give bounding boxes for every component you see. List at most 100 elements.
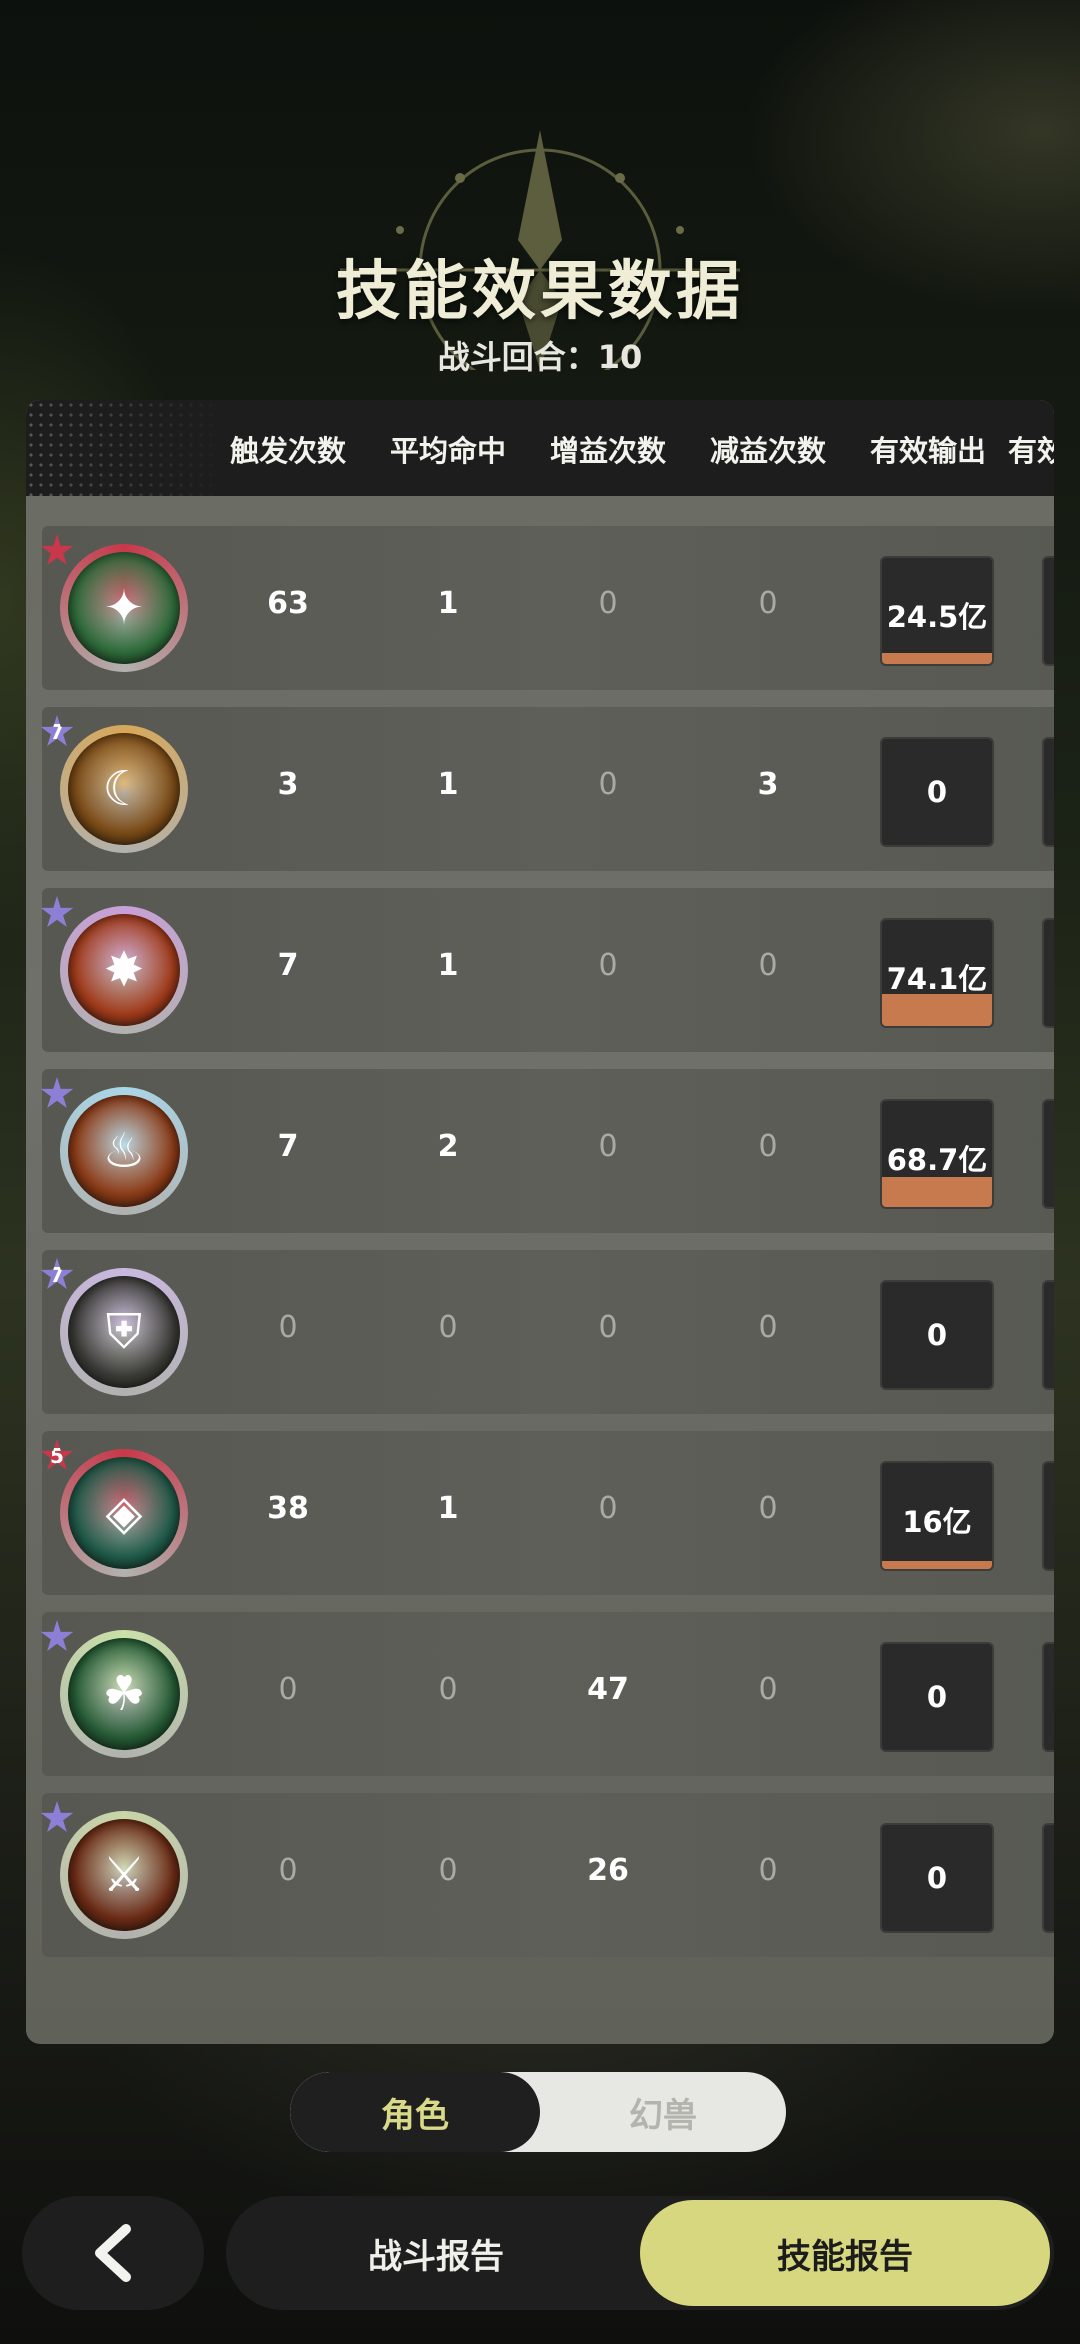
effective-output-cell: 24.5亿 [880, 556, 994, 666]
table-row[interactable]: ◈ 5 38 1 0 0 16亿 [40, 1431, 1054, 1595]
average-hit-cell: 1 [437, 1491, 459, 1526]
green-spirit-skill-icon: ☘ [68, 1638, 180, 1750]
buff-count-cell: 0 [598, 767, 618, 802]
effective-output-value: 0 [926, 1680, 948, 1714]
chevron-left-icon [95, 2224, 131, 2282]
average-hit-cell: 1 [437, 767, 459, 802]
effective-output-cell: 0 [880, 1642, 994, 1752]
skill-icon-frame[interactable]: ☘ [60, 1630, 188, 1758]
star-level-badge: 7 [40, 1258, 74, 1289]
golden-crescent-skill-icon: ☾ [68, 733, 180, 845]
buff-count-cell: 0 [598, 1491, 618, 1526]
debuff-count-cell: 0 [758, 1853, 778, 1888]
buff-count-cell: 47 [587, 1672, 629, 1707]
column-effective-partial: 有效 [1008, 434, 1054, 468]
skill-report-tab[interactable]: 技能报告 [640, 2200, 1050, 2306]
trigger-count-cell: 7 [277, 948, 299, 983]
back-button[interactable] [22, 2196, 204, 2310]
star-level-badge [40, 1801, 74, 1832]
page-title: 技能效果数据 [336, 255, 744, 329]
column-buff-count: 增益次数 [549, 434, 666, 468]
skill-icon-frame[interactable]: ♨ [60, 1087, 188, 1215]
next-column-cell [1042, 1099, 1054, 1209]
role-beast-toggle[interactable]: 角色 幻兽 [290, 2072, 786, 2152]
header: 技能效果数据 战斗回合：10 [0, 110, 1080, 410]
trigger-count-cell: 0 [278, 1672, 298, 1707]
toggle-beast[interactable]: 幻兽 [540, 2072, 786, 2152]
trigger-count-cell: 0 [278, 1853, 298, 1888]
skill-icon-frame[interactable]: ⛨ [60, 1268, 188, 1396]
star-level-badge: 7 [40, 715, 74, 746]
average-hit-cell: 1 [437, 948, 459, 983]
effective-output-value: 0 [926, 775, 948, 809]
column-trigger-count: 触发次数 [229, 434, 346, 468]
debuff-count-cell: 0 [758, 586, 778, 621]
table-row[interactable]: ✸ 7 1 0 0 74.1亿 [40, 888, 1054, 1052]
battle-report-tab[interactable]: 战斗报告 [226, 2196, 646, 2310]
effective-output-value: 0 [926, 1318, 948, 1352]
effective-output-value: 68.7亿 [886, 1143, 988, 1177]
toggle-role[interactable]: 角色 [290, 2072, 540, 2152]
buff-count-cell: 0 [598, 948, 618, 983]
flame-claw-skill-icon: ♨ [68, 1095, 180, 1207]
next-column-cell [1042, 1280, 1054, 1390]
next-column-cell [1042, 1823, 1054, 1933]
buff-count-cell: 0 [598, 586, 618, 621]
trigger-count-cell: 38 [267, 1491, 309, 1526]
effective-output-cell: 0 [880, 737, 994, 847]
next-column-cell [1042, 1461, 1054, 1571]
effective-output-bar [882, 1177, 992, 1207]
table-header: 触发次数 平均命中 增益次数 减益次数 有效输出 有效 [26, 400, 1054, 496]
buff-count-cell: 26 [587, 1853, 629, 1888]
shield-figure-skill-icon: ⛨ [68, 1276, 180, 1388]
column-average-hit: 平均命中 [389, 434, 506, 468]
effective-output-cell: 16亿 [880, 1461, 994, 1571]
skill-icon-frame[interactable]: ✦ [60, 544, 188, 672]
table-row[interactable]: ♨ 7 2 0 0 68.7亿 [40, 1069, 1054, 1233]
next-column-cell [1042, 737, 1054, 847]
debuff-count-cell: 0 [758, 1672, 778, 1707]
skill-icon-frame[interactable]: ⚔ [60, 1811, 188, 1939]
effective-output-cell: 68.7亿 [880, 1099, 994, 1209]
table-row[interactable]: ☾ 7 3 1 0 3 0 [40, 707, 1054, 871]
debuff-count-cell: 0 [758, 1491, 778, 1526]
star-level-badge [40, 534, 74, 565]
explosion-skill-icon: ✸ [68, 914, 180, 1026]
effective-output-value: 0 [926, 1861, 948, 1895]
trigger-count-cell: 3 [277, 767, 299, 802]
effective-output-cell: 0 [880, 1823, 994, 1933]
trigger-count-cell: 63 [267, 586, 309, 621]
green-orbit-skill-icon: ✦ [68, 552, 180, 664]
debuff-count-cell: 0 [758, 948, 778, 983]
green-crystal-skill-icon: ◈ [68, 1457, 180, 1569]
table-row[interactable]: ⚔ 0 0 26 0 0 [40, 1793, 1054, 1957]
debuff-count-cell: 0 [758, 1310, 778, 1345]
debuff-count-cell: 3 [757, 767, 779, 802]
average-hit-cell: 0 [438, 1310, 458, 1345]
skill-icon-frame[interactable]: ☾ [60, 725, 188, 853]
next-column-cell [1042, 556, 1054, 666]
header-dots-decoration [26, 400, 226, 496]
effective-output-bar [882, 1561, 992, 1569]
effective-output-bar [882, 653, 992, 664]
average-hit-cell: 0 [438, 1672, 458, 1707]
average-hit-cell: 2 [437, 1129, 459, 1164]
debuff-count-cell: 0 [758, 1129, 778, 1164]
buff-count-cell: 0 [598, 1310, 618, 1345]
average-hit-cell: 1 [437, 586, 459, 621]
column-debuff-count: 减益次数 [709, 434, 826, 468]
effective-output-cell: 74.1亿 [880, 918, 994, 1028]
buff-count-cell: 0 [598, 1129, 618, 1164]
column-effective-output: 有效输出 [869, 434, 986, 468]
skill-icon-frame[interactable]: ✸ [60, 906, 188, 1034]
trigger-count-cell: 0 [278, 1310, 298, 1345]
table-row[interactable]: ✦ 63 1 0 0 24.5亿 [40, 526, 1054, 690]
table-row[interactable]: ⛨ 7 0 0 0 0 0 [40, 1250, 1054, 1414]
trigger-count-cell: 7 [277, 1129, 299, 1164]
skill-icon-frame[interactable]: ◈ [60, 1449, 188, 1577]
skill-data-table[interactable]: 触发次数 平均命中 增益次数 减益次数 有效输出 有效 ✦ 63 1 0 0 24.5亿 ☾… [26, 400, 1054, 2044]
average-hit-cell: 0 [438, 1853, 458, 1888]
next-column-cell [1042, 918, 1054, 1028]
star-level-badge: 5 [40, 1439, 74, 1470]
table-row[interactable]: ☘ 0 0 47 0 0 [40, 1612, 1054, 1776]
